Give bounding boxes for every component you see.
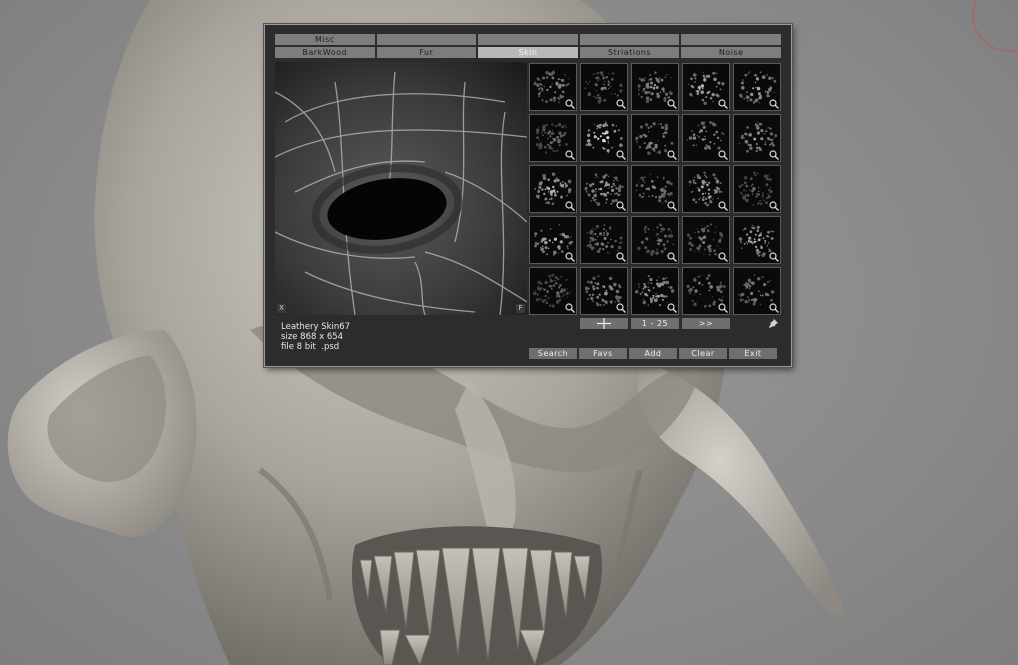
texture-thumbnail[interactable] [631,267,679,315]
tab-empty-4[interactable] [681,34,781,45]
preview-corner-left[interactable]: X [277,304,286,313]
tab-row-top: Misc [275,34,781,45]
pager-prev-button[interactable] [580,318,628,329]
magnifier-icon[interactable] [718,99,728,109]
magnifier-icon[interactable] [565,150,575,160]
magnifier-icon[interactable] [616,252,626,262]
tab-empty-1[interactable] [376,34,477,45]
texture-thumbnail[interactable] [631,114,679,162]
crosshair-icon [597,318,611,329]
texture-thumbnail[interactable] [733,267,781,315]
texture-thumbnail[interactable] [631,165,679,213]
magnifier-icon[interactable] [667,150,677,160]
texture-thumbnail-grid [529,63,783,317]
tab-fur[interactable]: Fur [376,47,477,58]
texture-thumbnail[interactable] [733,165,781,213]
magnifier-icon[interactable] [718,150,728,160]
favs-button[interactable]: Favs [579,348,627,359]
texture-thumbnail[interactable] [631,216,679,264]
texture-thumbnail[interactable] [529,165,577,213]
magnifier-icon[interactable] [616,201,626,211]
texture-file: file 8 bit .psd [281,342,340,352]
magnifier-icon[interactable] [616,303,626,313]
texture-thumbnail[interactable] [529,216,577,264]
texture-thumbnail[interactable] [529,63,577,111]
magnifier-icon[interactable] [718,303,728,313]
texture-thumbnail[interactable] [682,216,730,264]
preview-corner-right[interactable]: F [516,304,525,313]
texture-thumbnail[interactable] [682,267,730,315]
texture-thumbnail[interactable] [580,114,628,162]
texture-thumbnail[interactable] [529,114,577,162]
tab-row-bottom: BarkWood Fur Skin Striations Noise [275,47,781,58]
texture-thumbnail[interactable] [733,114,781,162]
tab-noise[interactable]: Noise [681,47,781,58]
search-button[interactable]: Search [529,348,577,359]
texture-size: size 868 x 654 [281,332,344,342]
texture-thumbnail[interactable] [682,63,730,111]
magnifier-icon[interactable] [616,99,626,109]
tab-barkwood[interactable]: BarkWood [275,47,375,58]
magnifier-icon[interactable] [769,99,779,109]
texture-thumbnail[interactable] [631,63,679,111]
magnifier-icon[interactable] [565,99,575,109]
tab-striations[interactable]: Striations [579,47,680,58]
texture-preview: X F [275,62,527,315]
texture-palette: Misc BarkWood Fur Skin Striations Noise [264,24,792,367]
action-button-row: Search Favs Add Clear Exit [529,341,781,359]
texture-thumbnail[interactable] [580,165,628,213]
pager-next-button[interactable]: >> [682,318,730,329]
texture-thumbnail[interactable] [733,216,781,264]
magnifier-icon[interactable] [718,201,728,211]
tab-empty-3[interactable] [579,34,680,45]
texture-thumbnail[interactable] [580,63,628,111]
leathery-skin-texture-image [275,62,527,315]
tab-skin[interactable]: Skin [478,47,578,58]
tab-empty-2[interactable] [478,34,578,45]
texture-thumbnail[interactable] [733,63,781,111]
magnifier-icon[interactable] [616,150,626,160]
magnifier-icon[interactable] [667,99,677,109]
magnifier-icon[interactable] [718,252,728,262]
magnifier-icon[interactable] [667,201,677,211]
add-button[interactable]: Add [629,348,677,359]
magnifier-icon[interactable] [769,201,779,211]
tab-misc[interactable]: Misc [275,34,375,45]
magnifier-icon[interactable] [565,201,575,211]
texture-name: Leathery Skin67 [281,322,351,332]
texture-thumbnail[interactable] [682,165,730,213]
magnifier-icon[interactable] [769,150,779,160]
texture-thumbnail[interactable] [580,216,628,264]
magnifier-icon[interactable] [667,303,677,313]
pager-range-label: 1 - 25 [631,318,679,329]
clear-button[interactable]: Clear [679,348,727,359]
texture-info: Leathery Skin67 size 868 x 654 file 8 bi… [281,322,350,352]
exit-button[interactable]: Exit [729,348,777,359]
magnifier-icon[interactable] [565,252,575,262]
magnifier-icon[interactable] [769,303,779,313]
pin-icon[interactable] [768,318,779,329]
magnifier-icon[interactable] [667,252,677,262]
texture-thumbnail[interactable] [580,267,628,315]
texture-thumbnail[interactable] [682,114,730,162]
texture-thumbnail[interactable] [529,267,577,315]
magnifier-icon[interactable] [565,303,575,313]
magnifier-icon[interactable] [769,252,779,262]
